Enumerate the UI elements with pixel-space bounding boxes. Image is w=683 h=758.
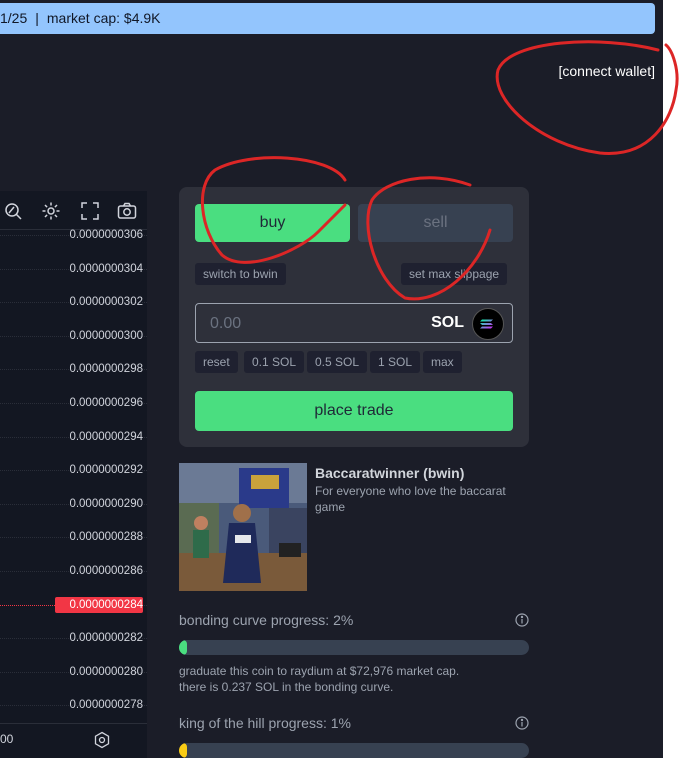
chart-settings-icon[interactable] xyxy=(93,731,111,749)
chart-footer: 00 xyxy=(0,723,147,758)
price-tick-label: 0.0000000302 xyxy=(69,296,143,309)
price-tick-label: 0.0000000278 xyxy=(69,699,143,712)
zoom-icon[interactable] xyxy=(2,200,24,222)
preset-max[interactable]: max xyxy=(423,351,462,373)
token-name: Baccaratwinner (bwin) xyxy=(315,465,465,481)
currency-label: SOL xyxy=(431,314,464,331)
solana-icon xyxy=(472,308,504,340)
koth-progress-bar xyxy=(179,743,529,758)
connect-wallet-button[interactable]: [connect wallet] xyxy=(559,63,656,79)
price-tick-label: 0.0000000296 xyxy=(69,397,143,409)
preset-1-sol[interactable]: 1 SOL xyxy=(370,351,421,373)
bonding-curve-progress-fill xyxy=(179,640,187,655)
preset-reset[interactable]: reset xyxy=(195,351,238,373)
banner-left-text: 1/25 xyxy=(0,10,28,26)
koth-progress-fill xyxy=(179,743,187,758)
price-tick-label: 0.0000000282 xyxy=(69,632,143,645)
top-banner[interactable]: 1/25 | market cap: $4.9K xyxy=(0,3,655,34)
price-chart[interactable]: 0.0000000306 0.0000000304 0.0000000302 0.00… xyxy=(0,191,147,758)
price-tick-label: 0.0000000300 xyxy=(69,329,143,342)
banner-market-cap: market cap: $4.9K xyxy=(46,10,161,26)
price-tick-label: 0.0000000294 xyxy=(69,430,143,443)
fullscreen-icon[interactable] xyxy=(79,200,101,222)
switch-currency-button[interactable]: switch to bwin xyxy=(195,263,286,285)
info-icon[interactable] xyxy=(515,613,529,627)
current-price-line xyxy=(0,604,55,606)
price-tick-label: 0.0000000280 xyxy=(69,665,143,678)
chart-toolbar xyxy=(0,191,147,230)
price-tick-label: 0.0000000292 xyxy=(69,464,143,477)
gear-icon[interactable] xyxy=(40,200,62,222)
bonding-curve-progress-bar xyxy=(179,640,529,655)
koth-info-icon[interactable] xyxy=(515,716,529,730)
app: 1/25 | market cap: $4.9K [connect wallet] … xyxy=(0,0,663,758)
trade-panel: buy sell switch to bwin set max slippage… xyxy=(179,187,529,447)
amount-field[interactable]: SOL xyxy=(195,303,513,344)
banner-separator: | xyxy=(35,10,39,26)
graduation-info: graduate this coin to raydium at $72,976… xyxy=(179,663,519,695)
preset-0-5-sol[interactable]: 0.5 SOL xyxy=(307,351,368,373)
price-tick-label: 0.0000000304 xyxy=(69,262,143,275)
page-margin xyxy=(663,0,683,758)
token-description: For everyone who love the baccarat game xyxy=(315,484,506,514)
place-trade-button[interactable]: place trade xyxy=(195,391,513,431)
token-image xyxy=(179,463,307,591)
graduation-line: graduate this coin to raydium at $72,976… xyxy=(179,664,460,678)
sell-tab[interactable]: sell xyxy=(358,204,513,242)
bonding-curve-title: bonding curve progress: 2% xyxy=(179,612,354,628)
buy-tab[interactable]: buy xyxy=(195,204,350,242)
price-tick-label: 0.0000000288 xyxy=(69,531,143,544)
price-tick-label: 0.0000000298 xyxy=(69,363,143,376)
amount-input[interactable] xyxy=(208,304,412,344)
preset-0-1-sol[interactable]: 0.1 SOL xyxy=(244,351,305,373)
price-tick-label: 0.0000000286 xyxy=(69,565,143,577)
koth-title: king of the hill progress: 1% xyxy=(179,715,351,731)
camera-icon[interactable] xyxy=(116,200,138,222)
set-max-slippage-button[interactable]: set max slippage xyxy=(401,263,508,285)
bonding-sol-line: there is 0.237 SOL in the bonding curve. xyxy=(179,680,394,694)
price-tick-label: 0.0000000306 xyxy=(69,229,143,241)
time-axis-label: 00 xyxy=(0,732,14,746)
current-price-label: 0.0000000284 xyxy=(55,596,143,613)
price-tick-label: 0.0000000290 xyxy=(69,497,143,510)
